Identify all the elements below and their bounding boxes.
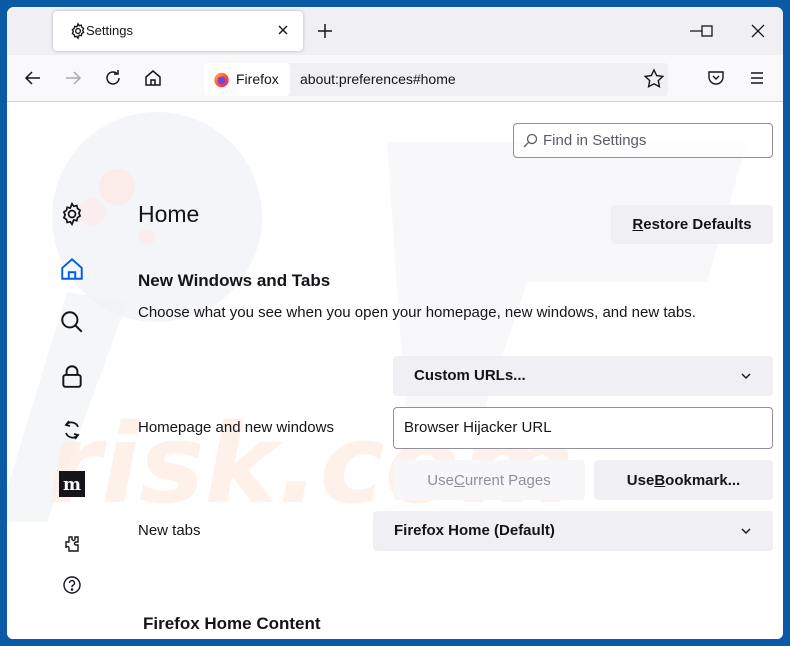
find-in-settings-input[interactable]: Find in Settings [513, 123, 773, 158]
back-button[interactable] [18, 63, 48, 93]
use-current-pages-button[interactable]: Use Current Pages [393, 460, 585, 500]
search-placeholder: Find in Settings [543, 132, 647, 149]
navigation-toolbar: Firefox about:preferences#home [7, 55, 783, 102]
page-title: Home [138, 201, 200, 227]
gear-icon [62, 201, 82, 227]
sidebar-item-extensions[interactable] [57, 529, 87, 559]
homepage-mode-select[interactable]: Custom URLs... [393, 356, 773, 396]
restore-defaults-button[interactable]: Restore Defaults [611, 205, 773, 244]
maximize-icon[interactable] [693, 17, 721, 45]
homepage-url-input[interactable]: Browser Hijacker URL [393, 407, 773, 449]
menu-icon [751, 72, 763, 84]
sidebar-item-more-from-mozilla[interactable]: m [57, 469, 87, 499]
tab-strip: Settings [7, 7, 783, 55]
browser-window: Settings Firefox about:preferences#home [7, 7, 783, 639]
url-bar[interactable]: Firefox about:preferences#home [204, 63, 668, 96]
sync-icon [64, 420, 80, 440]
gear-icon [71, 22, 85, 40]
sidebar-item-support[interactable] [57, 570, 87, 600]
settings-content: risk.com Find in Settings m Home R estor… [7, 102, 783, 639]
home-button[interactable] [138, 63, 168, 93]
lock-icon [62, 365, 82, 388]
tab-settings[interactable]: Settings [53, 11, 303, 51]
new-tabs-select[interactable]: Firefox Home (Default) [373, 511, 773, 551]
homepage-mode-value: Custom URLs... [414, 367, 526, 384]
use-bookmark-button[interactable]: Use Bookmark... [594, 460, 773, 500]
chevron-down-icon [741, 528, 751, 534]
chevron-down-icon [741, 373, 751, 379]
help-icon [63, 576, 81, 594]
sidebar-item-general[interactable] [57, 199, 87, 229]
home-icon [61, 257, 83, 280]
firefox-logo-icon [214, 72, 229, 88]
reload-button[interactable] [98, 63, 128, 93]
homepage-label: Homepage and new windows [138, 419, 334, 436]
mozilla-m-icon: m [59, 471, 85, 497]
section-title: New Windows and Tabs [138, 271, 331, 290]
accesskey: R [632, 216, 644, 233]
search-icon [61, 311, 83, 333]
tab-title: Settings [86, 23, 133, 38]
puzzle-icon [65, 536, 79, 552]
forward-button[interactable] [58, 63, 88, 93]
bookmark-star-icon[interactable] [642, 67, 666, 91]
back-arrow-icon [24, 71, 40, 85]
plus-icon[interactable] [313, 19, 337, 43]
forward-arrow-icon [66, 71, 82, 85]
close-tab-icon[interactable] [273, 20, 293, 40]
new-tabs-label: New tabs [138, 522, 201, 539]
home-icon [145, 70, 161, 86]
new-tabs-value: Firefox Home (Default) [394, 522, 555, 539]
section-description: Choose what you see when you open your h… [138, 304, 696, 321]
homepage-url-value: Browser Hijacker URL [404, 419, 552, 436]
pocket-icon [708, 71, 724, 85]
home-content-title: Firefox Home Content [143, 614, 321, 633]
reload-icon [106, 70, 120, 85]
sidebar-item-search[interactable] [57, 307, 87, 337]
identity-box[interactable]: Firefox [204, 63, 290, 96]
sidebar-item-sync[interactable] [57, 415, 87, 445]
sidebar-item-home[interactable] [57, 254, 87, 284]
search-icon [523, 133, 538, 148]
identity-label: Firefox [236, 71, 279, 87]
close-icon[interactable] [744, 17, 772, 45]
url-text[interactable]: about:preferences#home [300, 71, 456, 87]
sidebar-item-privacy[interactable] [57, 361, 87, 391]
menu-button[interactable] [742, 63, 772, 93]
svg-text:m: m [63, 475, 81, 495]
pocket-button[interactable] [701, 63, 731, 93]
